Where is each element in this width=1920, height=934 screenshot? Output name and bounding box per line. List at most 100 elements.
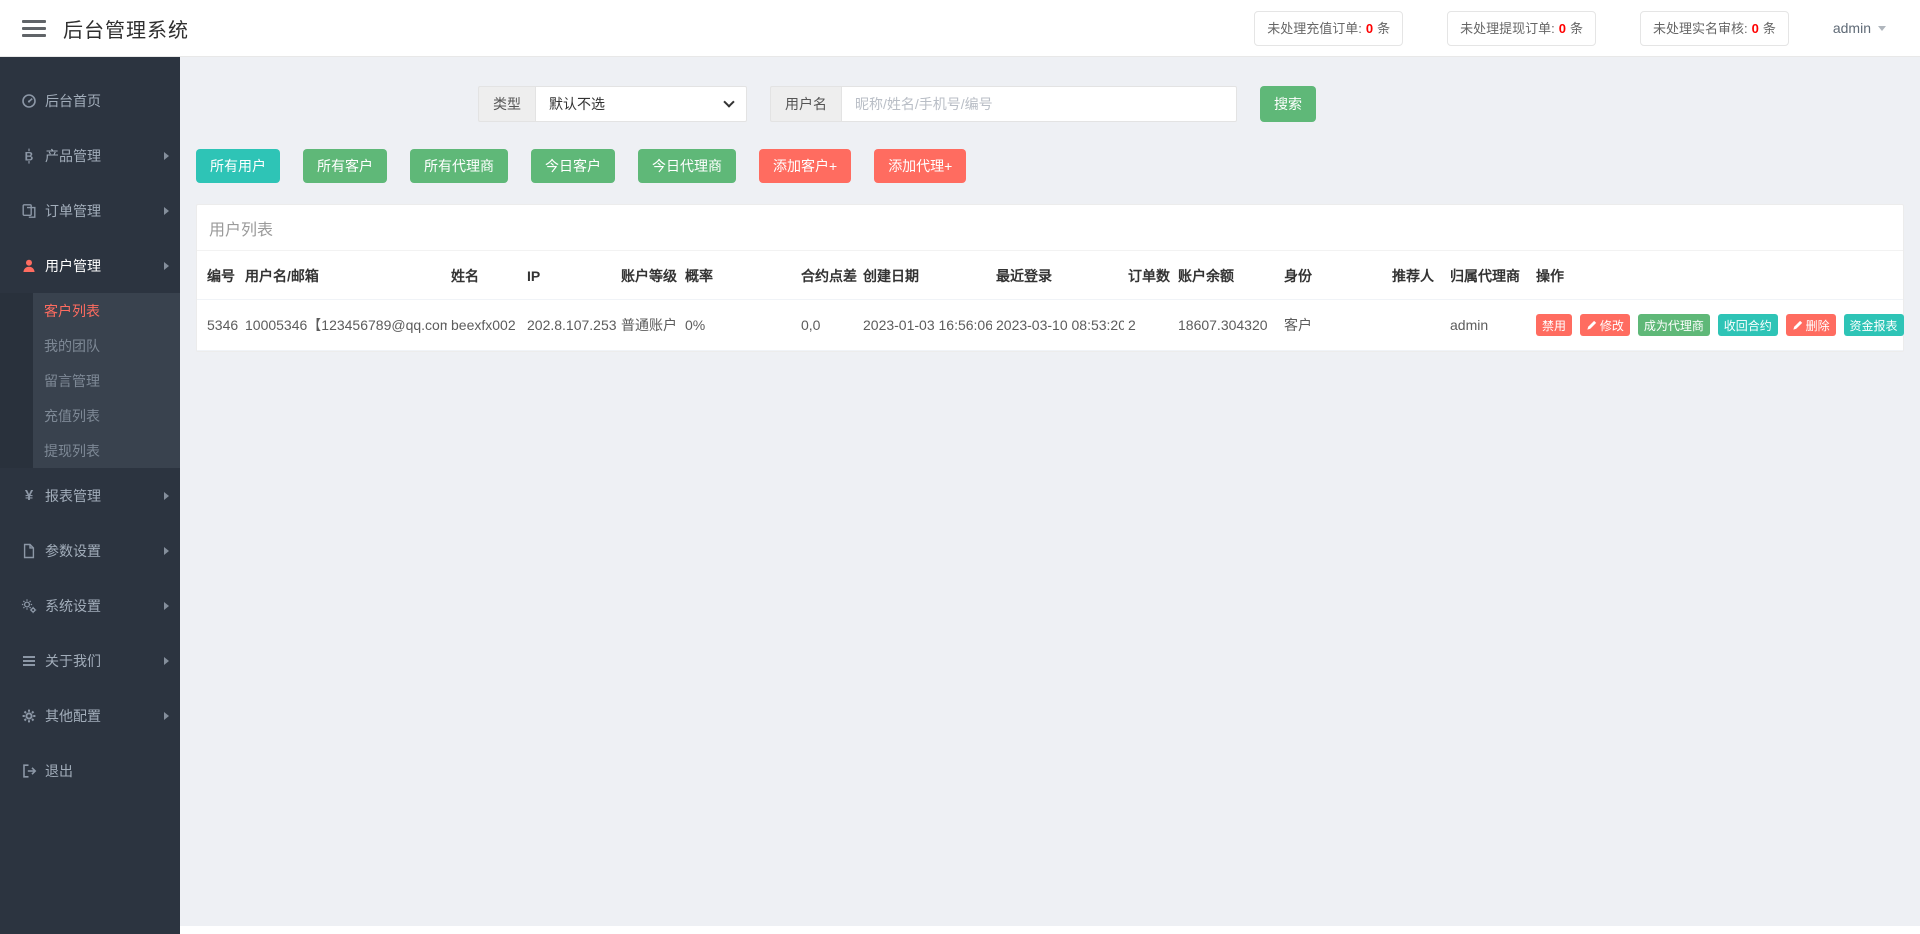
pencil-icon bbox=[1587, 320, 1597, 330]
sidebar-item-label: 后台首页 bbox=[45, 92, 101, 109]
sidebar-item-label: 其他配置 bbox=[45, 707, 101, 724]
gear-icon bbox=[20, 708, 38, 724]
panel-title: 用户列表 bbox=[197, 205, 1903, 251]
users-submenu: 客户列表 我的团队 留言管理 充值列表 提现列表 bbox=[0, 293, 180, 468]
pending-verify-badge[interactable]: 未处理实名审核: 0 条 bbox=[1639, 10, 1789, 46]
topbar: 后台管理系统 未处理充值订单: 0 条 未处理提现订单: 0 条 未处理实名审核: 0 条 … bbox=[0, 0, 1920, 57]
bitcoin-icon: B bbox=[20, 148, 38, 164]
cell-created-date: 2023-01-03 16:56:06 bbox=[859, 299, 992, 351]
all-agents-button[interactable]: 所有代理商 bbox=[410, 149, 508, 183]
chevron-right-icon bbox=[164, 546, 169, 555]
col-contract-spread: 合约点差 bbox=[797, 251, 859, 300]
pencil-icon bbox=[1793, 320, 1802, 330]
col-actions: 操作 bbox=[1532, 251, 1903, 300]
submenu-item-recharge-list[interactable]: 充值列表 bbox=[0, 398, 180, 433]
search-form: 类型 默认不选 用户名 搜索 bbox=[180, 57, 1920, 122]
chevron-right-icon bbox=[164, 261, 169, 270]
table-header-row: 编号 用户名/邮箱 姓名 IP 账户等级 概率 合约点差 创建日期 最近登录 订… bbox=[197, 251, 1903, 300]
cell-last-login: 2023-03-10 08:53:20 bbox=[992, 299, 1124, 351]
chevron-right-icon bbox=[164, 656, 169, 665]
type-label: 类型 bbox=[478, 86, 535, 122]
cell-order-count: 2 bbox=[1124, 299, 1174, 351]
col-created-date: 创建日期 bbox=[859, 251, 992, 300]
main-content: 类型 默认不选 用户名 搜索 所有用户 所有客户 所有代理商 今日客户 今日代理… bbox=[180, 57, 1920, 926]
cell-ip: 202.8.107.253 bbox=[523, 299, 617, 351]
gears-icon bbox=[20, 598, 38, 614]
sidebar-item-label: 退出 bbox=[45, 762, 73, 779]
pending-withdraw-badge[interactable]: 未处理提现订单: 0 条 bbox=[1447, 10, 1596, 46]
sidebar-item-label: 报表管理 bbox=[45, 487, 101, 504]
sidebar-item-reports[interactable]: ¥ 报表管理 bbox=[0, 468, 180, 523]
pending-recharge-count: 0 bbox=[1365, 20, 1374, 36]
sidebar-item-label: 系统设置 bbox=[45, 597, 101, 614]
user-table: 编号 用户名/邮箱 姓名 IP 账户等级 概率 合约点差 创建日期 最近登录 订… bbox=[197, 251, 1904, 351]
user-dropdown[interactable]: admin bbox=[1833, 20, 1886, 36]
submenu-item-withdraw-list[interactable]: 提现列表 bbox=[0, 433, 180, 468]
funds-report-button[interactable]: 资金报表 bbox=[1843, 314, 1904, 336]
col-probability: 概率 bbox=[681, 251, 797, 300]
col-username-email: 用户名/邮箱 bbox=[241, 251, 447, 300]
recall-contract-button[interactable]: 收回合约 bbox=[1717, 314, 1778, 336]
add-agent-button[interactable]: 添加代理+ bbox=[874, 149, 967, 183]
add-customer-button[interactable]: 添加客户+ bbox=[759, 149, 852, 183]
sidebar-item-label: 产品管理 bbox=[45, 147, 101, 164]
all-users-button[interactable]: 所有用户 bbox=[196, 149, 280, 183]
cell-referrer bbox=[1388, 299, 1446, 351]
today-customers-button[interactable]: 今日客户 bbox=[531, 149, 615, 183]
search-button[interactable]: 搜索 bbox=[1260, 86, 1316, 122]
submenu-item-my-team[interactable]: 我的团队 bbox=[0, 328, 180, 363]
sidebar-item-dashboard[interactable]: 后台首页 bbox=[0, 73, 180, 128]
user-list-panel: 用户列表 编号 用户名/邮箱 姓名 IP 账户等级 概率 合约点差 创建日期 最… bbox=[196, 204, 1904, 352]
yen-icon: ¥ bbox=[24, 487, 34, 504]
chevron-right-icon bbox=[164, 491, 169, 500]
cell-balance: 18607.304320 bbox=[1174, 299, 1280, 351]
cell-probability: 0% bbox=[681, 299, 797, 351]
logout-icon bbox=[20, 763, 38, 779]
sidebar-item-users[interactable]: 用户管理 bbox=[0, 238, 180, 293]
sidebar-item-system-settings[interactable]: 系统设置 bbox=[0, 578, 180, 633]
chevron-right-icon bbox=[164, 151, 169, 160]
hamburger-menu-icon[interactable] bbox=[22, 16, 46, 41]
sidebar-item-products[interactable]: B 产品管理 bbox=[0, 128, 180, 183]
cell-agent: admin bbox=[1446, 299, 1532, 351]
delete-button[interactable]: 删除 bbox=[1785, 314, 1836, 336]
sidebar-item-orders[interactable]: 订单管理 bbox=[0, 183, 180, 238]
cell-actions: 禁用 修改 成为代理商 收回合约 删除 资金报表 bbox=[1532, 299, 1904, 351]
sidebar-item-parameters[interactable]: 参数设置 bbox=[0, 523, 180, 578]
topbar-right: 未处理充值订单: 0 条 未处理提现订单: 0 条 未处理实名审核: 0 条 admin bbox=[1254, 10, 1920, 46]
dashboard-icon bbox=[20, 93, 38, 109]
type-select[interactable]: 默认不选 bbox=[535, 86, 747, 122]
today-agents-button[interactable]: 今日代理商 bbox=[638, 149, 736, 183]
cell-username-email: 10005346【123456789@qq.com】 bbox=[241, 299, 447, 351]
sidebar-item-label: 关于我们 bbox=[45, 652, 101, 669]
pending-withdraw-count: 0 bbox=[1558, 20, 1566, 36]
col-last-login: 最近登录 bbox=[992, 251, 1124, 300]
app-title: 后台管理系统 bbox=[63, 19, 189, 42]
all-customers-button[interactable]: 所有客户 bbox=[303, 149, 387, 183]
type-input-group: 类型 默认不选 bbox=[478, 86, 747, 122]
submenu-item-messages[interactable]: 留言管理 bbox=[0, 363, 180, 398]
col-order-count: 订单数 bbox=[1124, 251, 1174, 300]
become-agent-button[interactable]: 成为代理商 bbox=[1637, 314, 1710, 336]
user-dropdown-label: admin bbox=[1832, 20, 1871, 36]
orders-icon bbox=[20, 203, 38, 219]
col-ip: IP bbox=[523, 251, 617, 300]
username-input[interactable] bbox=[841, 86, 1237, 122]
cell-identity: 客户 bbox=[1280, 299, 1388, 351]
username-input-group: 用户名 bbox=[770, 86, 1237, 122]
pending-recharge-badge[interactable]: 未处理充值订单: 0 条 bbox=[1254, 10, 1404, 46]
chevron-right-icon bbox=[164, 601, 169, 610]
sidebar-item-other-config[interactable]: 其他配置 bbox=[0, 688, 180, 743]
col-id: 编号 bbox=[197, 251, 241, 300]
submenu-item-customer-list[interactable]: 客户列表 bbox=[0, 293, 180, 328]
list-icon bbox=[20, 653, 38, 669]
sidebar-item-logout[interactable]: 退出 bbox=[0, 743, 180, 798]
sidebar-item-about[interactable]: 关于我们 bbox=[0, 633, 180, 688]
filter-buttons-row: 所有用户 所有客户 所有代理商 今日客户 今日代理商 添加客户+ 添加代理+ bbox=[180, 149, 1920, 183]
col-name: 姓名 bbox=[447, 251, 523, 300]
document-icon bbox=[20, 543, 38, 559]
edit-button[interactable]: 修改 bbox=[1579, 314, 1630, 336]
cell-account-level: 普通账户 bbox=[617, 299, 681, 351]
table-row: 5346 10005346【123456789@qq.com】 beexfx00… bbox=[197, 299, 1904, 351]
disable-button[interactable]: 禁用 bbox=[1536, 314, 1573, 336]
